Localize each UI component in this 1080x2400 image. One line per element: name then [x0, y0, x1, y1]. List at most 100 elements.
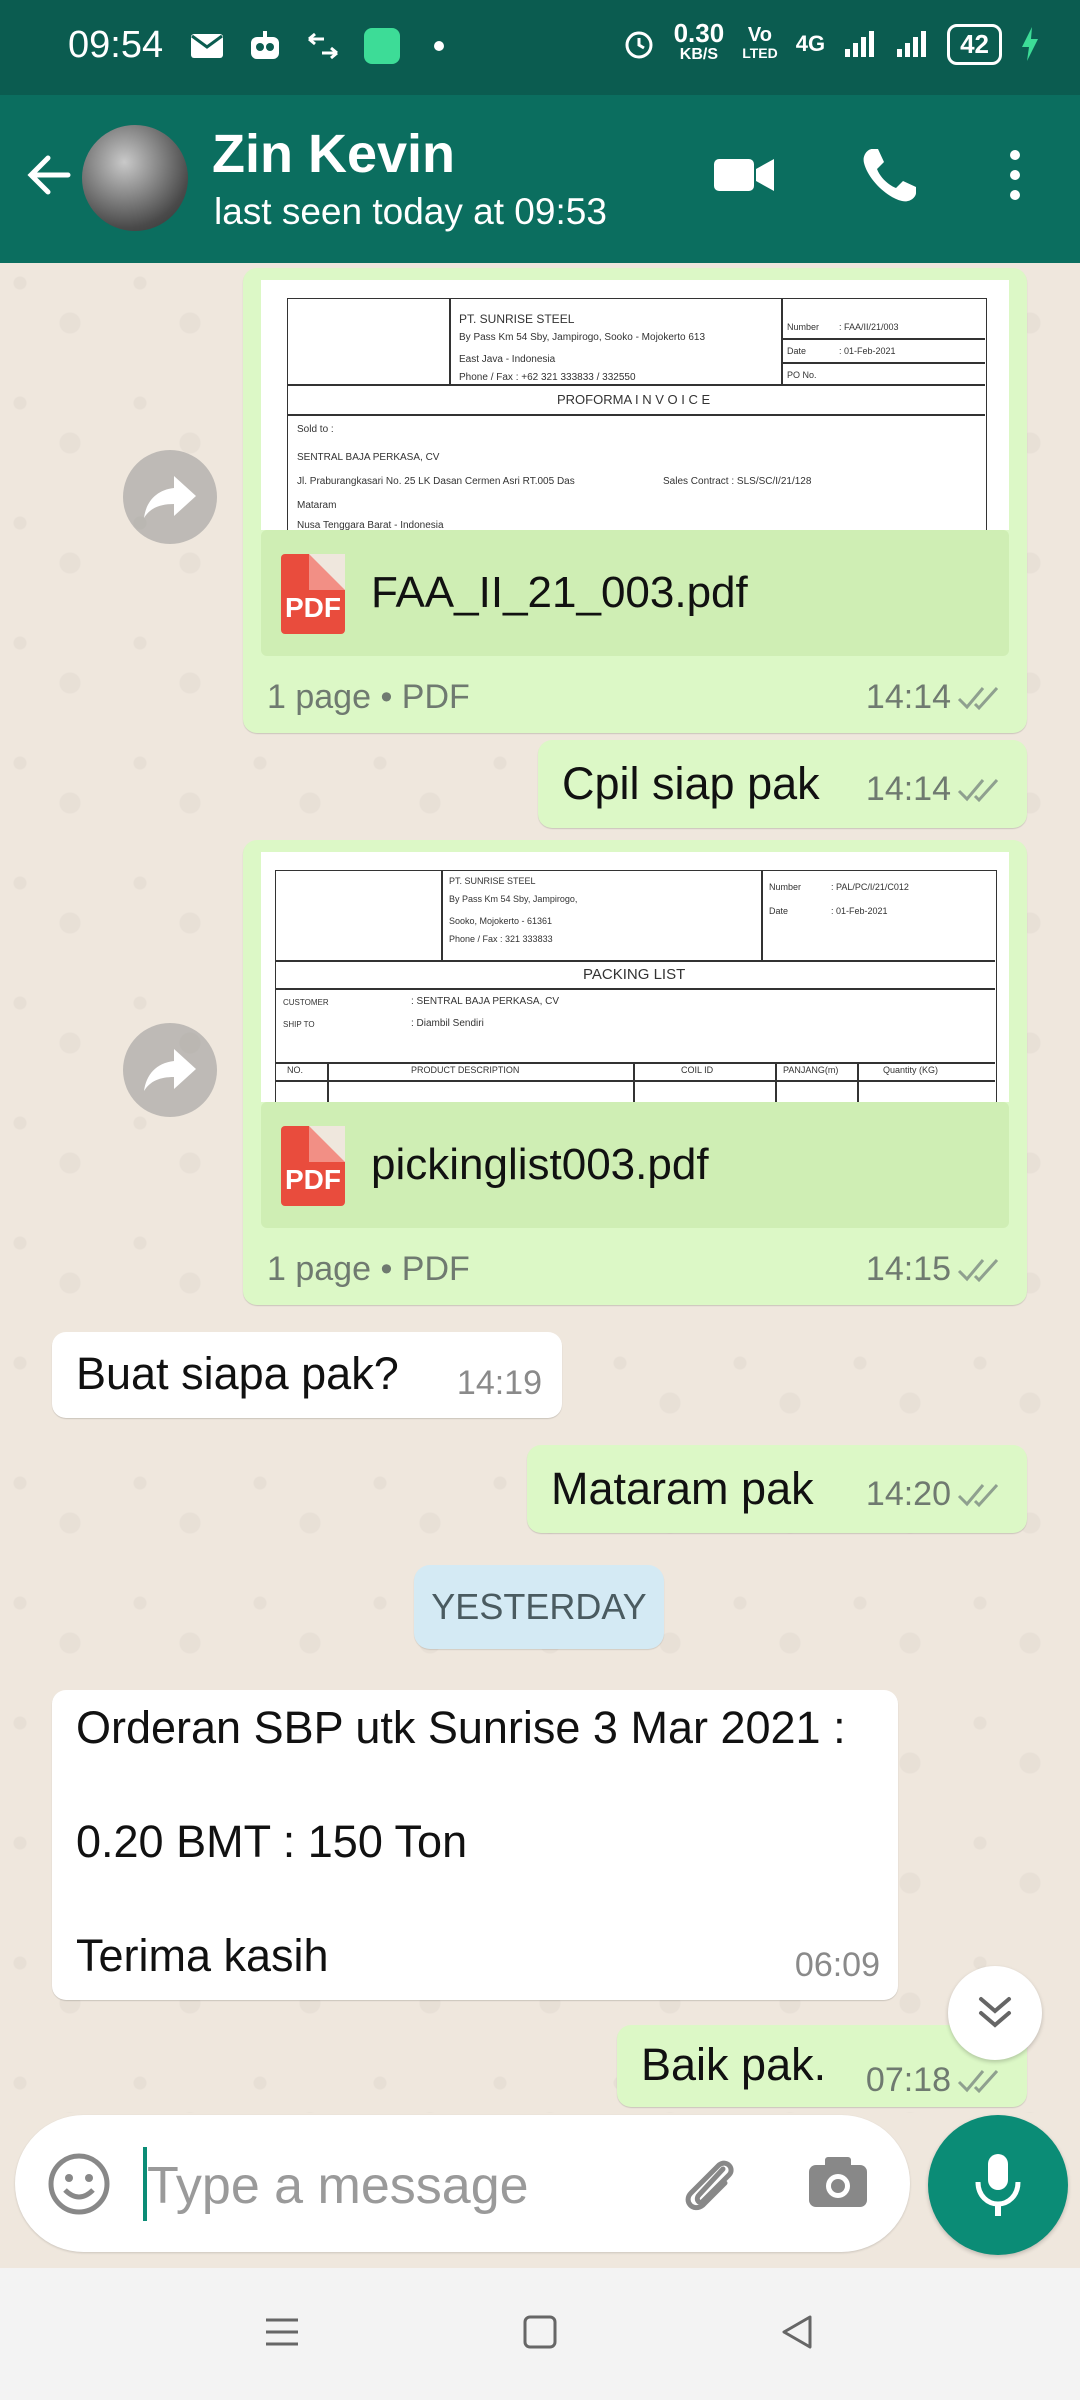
pdf-preview-1[interactable]: PT. SUNRISE STEEL By Pass Km 54 Sby, Jam… — [261, 280, 1009, 530]
message-time: 14:14 — [865, 678, 951, 716]
signal-icon-2 — [897, 31, 927, 57]
pdf-file-row-1[interactable]: PDF FAA_II_21_003.pdf — [261, 530, 1009, 656]
message-text: Mataram pak — [551, 1463, 814, 1514]
file-name-1: FAA_II_21_003.pdf — [371, 568, 748, 617]
double-check-icon — [957, 1483, 999, 1507]
avatar[interactable] — [82, 125, 188, 231]
message-time: 14:20 — [865, 1475, 951, 1513]
volte-label: Vo — [747, 24, 772, 46]
camera-icon[interactable] — [805, 2151, 871, 2213]
forward-icon — [144, 1049, 196, 1091]
message-bubble-4[interactable]: Orderan SBP utk Sunrise 3 Mar 2021 : 0.2… — [52, 1690, 898, 2000]
system-nav-bar — [0, 2268, 1080, 2400]
doc1-sales-contract: Sales Contract : SLS/SC/I/21/128 — [663, 476, 812, 487]
net-speed-unit: KB/S — [679, 46, 719, 63]
mail-icon — [191, 34, 223, 58]
voice-message-button[interactable] — [928, 2115, 1068, 2255]
message-text: Baik pak. — [641, 2039, 827, 2090]
doc2-col-no: NO. — [287, 1065, 304, 1075]
net-speed: 0.30 — [673, 18, 725, 48]
attach-icon[interactable] — [675, 2149, 745, 2219]
forward-button-1[interactable] — [123, 450, 217, 544]
alarm-icon — [625, 31, 653, 59]
message-time: 06:09 — [794, 1946, 880, 1984]
date-divider: YESTERDAY — [414, 1565, 664, 1649]
doc2-customer-value: : SENTRAL BAJA PERKASA, CV — [411, 996, 560, 1007]
doc1-number-value: : FAA/II/21/003 — [839, 322, 899, 332]
doc2-address: By Pass Km 54 Sby, Jampirogo, — [449, 894, 578, 904]
doc1-phone: Phone / Fax : +62 321 333833 / 332550 — [459, 372, 636, 383]
doc2-ship-value: : Diambil Sendiri — [411, 1018, 484, 1029]
doc2-col-len: PANJANG(m) — [783, 1065, 839, 1075]
file-name-2: pickinglist003.pdf — [371, 1140, 709, 1189]
emoji-icon[interactable] — [45, 2150, 113, 2218]
doc1-company: PT. SUNRISE STEEL — [459, 312, 575, 326]
mic-icon — [975, 2154, 1021, 2216]
forward-button-2[interactable] — [123, 1023, 217, 1117]
message-input[interactable] — [145, 2145, 669, 2227]
message-text: Cpil siap pak — [562, 758, 820, 809]
doc2-col-coil: COIL ID — [681, 1065, 714, 1075]
video-call-icon[interactable] — [712, 145, 778, 205]
message-bubble-3[interactable]: Mataram pak 14:20 — [527, 1445, 1027, 1533]
scroll-to-bottom-button[interactable] — [948, 1966, 1042, 2060]
message-text: Buat siapa pak? — [76, 1348, 399, 1399]
dot-indicator — [434, 41, 444, 51]
document-message-2[interactable]: PT. SUNRISE STEEL By Pass Km 54 Sby, Jam… — [243, 840, 1027, 1305]
signal-icon — [845, 31, 875, 57]
bot-icon — [251, 31, 279, 59]
message-composer — [15, 2115, 910, 2252]
pdf-icon: PDF — [281, 1126, 345, 1206]
doc2-customer-label: CUSTOMER — [283, 998, 329, 1007]
back-nav-icon[interactable] — [778, 2312, 818, 2352]
message-bubble-2[interactable]: Buat siapa pak? 14:19 — [52, 1332, 562, 1418]
file-meta-2: 1 page • PDF — [267, 1250, 470, 1288]
message-line-3: Terima kasih — [76, 1930, 329, 1981]
doc2-date-value: : 01-Feb-2021 — [831, 906, 888, 916]
double-check-icon — [957, 778, 999, 802]
doc1-cust-address: Jl. Praburangkasari No. 25 LK Dasan Cerm… — [297, 476, 575, 487]
double-check-icon — [957, 686, 999, 710]
doc1-customer: SENTRAL BAJA PERKASA, CV — [297, 452, 440, 463]
chevrons-down-icon — [979, 1997, 1011, 2028]
arrows-icon — [308, 32, 338, 60]
menu-icon[interactable] — [262, 2312, 302, 2352]
back-arrow-icon[interactable] — [20, 145, 80, 205]
doc1-number-label: Number — [787, 322, 820, 332]
doc2-date-label: Date — [769, 906, 789, 916]
forward-icon — [144, 476, 196, 518]
last-seen[interactable]: last seen today at 09:53 — [214, 191, 607, 233]
battery-level: 42 — [947, 23, 1002, 65]
doc1-region: East Java - Indonesia — [459, 354, 556, 365]
message-bubble-1[interactable]: Cpil siap pak 14:14 — [538, 740, 1027, 828]
doc2-title: PACKING LIST — [583, 966, 686, 983]
message-time: 14:15 — [865, 1250, 951, 1288]
phone-icon[interactable] — [858, 145, 920, 207]
contact-name[interactable]: Zin Kevin — [212, 123, 455, 185]
doc1-province: Nusa Tenggara Barat - Indonesia — [297, 520, 444, 530]
home-icon[interactable] — [520, 2312, 560, 2352]
pdf-icon: PDF — [281, 554, 345, 634]
pdf-preview-2[interactable]: PT. SUNRISE STEEL By Pass Km 54 Sby, Jam… — [261, 852, 1009, 1102]
doc2-company: PT. SUNRISE STEEL — [449, 876, 536, 886]
network-type: 4G — [795, 31, 826, 56]
doc1-title: PROFORMA I N V O I C E — [557, 392, 711, 407]
chat-header: Zin Kevin last seen today at 09:53 — [0, 95, 1080, 263]
doc1-address: By Pass Km 54 Sby, Jampirogo, Sooko - Mo… — [459, 332, 706, 343]
double-check-icon — [957, 1258, 999, 1282]
double-check-icon — [957, 2069, 999, 2093]
more-icon[interactable] — [1000, 145, 1030, 205]
doc2-ship-label: SHIP TO — [283, 1020, 315, 1029]
doc1-date-label: Date — [787, 346, 807, 356]
doc2-col-desc: PRODUCT DESCRIPTION — [411, 1065, 520, 1075]
charging-icon — [1022, 27, 1038, 61]
document-message-1[interactable]: PT. SUNRISE STEEL By Pass Km 54 Sby, Jam… — [243, 268, 1027, 733]
message-time: 14:19 — [456, 1364, 542, 1402]
pdf-file-row-2[interactable]: PDF pickinglist003.pdf — [261, 1102, 1009, 1228]
doc1-date-value: : 01-Feb-2021 — [839, 346, 896, 356]
file-meta-1: 1 page • PDF — [267, 678, 470, 716]
doc1-city: Mataram — [297, 500, 337, 511]
message-line-2: 0.20 BMT : 150 Ton — [76, 1816, 468, 1867]
status-time: 09:54 — [68, 24, 164, 66]
message-line-1: Orderan SBP utk Sunrise 3 Mar 2021 : — [76, 1702, 846, 1753]
